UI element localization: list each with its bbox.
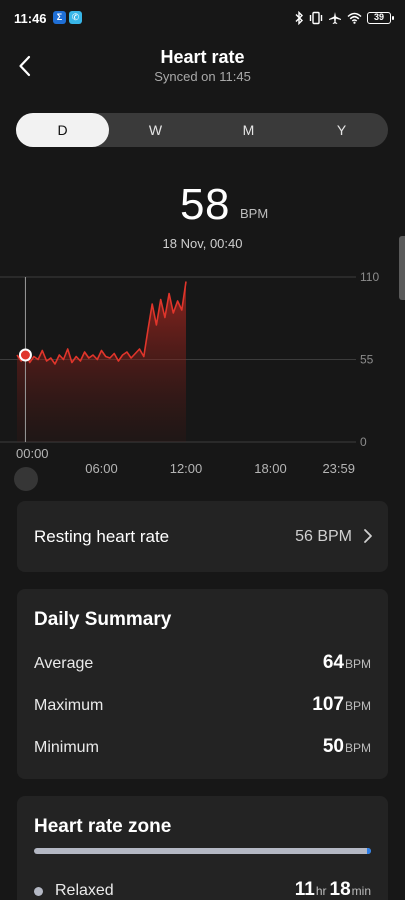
zone-label: Relaxed — [55, 882, 114, 899]
zone-bar-accent — [367, 848, 371, 854]
current-bpm-value: 58 — [180, 180, 230, 229]
summary-row-average: Average 64BPM — [34, 652, 371, 678]
stat-unit: BPM — [344, 699, 371, 713]
resting-heart-rate-label: Resting heart rate — [34, 527, 170, 546]
heart-rate-zone-card[interactable]: Heart rate zone Relaxed 11hr 18min — [17, 796, 388, 900]
tab-week[interactable]: W — [109, 113, 202, 147]
page-title: Heart rate — [160, 47, 245, 67]
zone-hours-unit: hr — [315, 884, 327, 898]
selected-point-marker — [18, 348, 32, 362]
stat-value: 50 — [322, 736, 344, 757]
y-tick-label: 110 — [360, 270, 379, 284]
stat-label: Average — [34, 655, 94, 672]
stat-unit: BPM — [344, 741, 371, 755]
period-selector: D W M Y — [16, 113, 388, 147]
chart-scrubber-handle[interactable] — [14, 467, 38, 491]
zone-duration: 11hr 18min — [295, 879, 371, 900]
status-time: 11:46 — [14, 11, 47, 26]
battery-icon: 39 — [367, 12, 394, 24]
sigma-app-icon: Σ — [53, 11, 66, 24]
vibrate-icon — [309, 11, 323, 25]
system-status-icons: 39 — [294, 9, 394, 27]
summary-row-maximum: Maximum 107BPM — [34, 694, 371, 720]
x-tick-label: 12:00 — [170, 461, 203, 476]
tab-month[interactable]: M — [202, 113, 295, 147]
x-tick-label: 18:00 — [254, 461, 287, 476]
zone-distribution-bar — [34, 848, 371, 854]
zone-hours: 11 — [294, 879, 315, 900]
heart-rate-zone-title: Heart rate zone — [34, 816, 172, 837]
phone-app-icon: ✆ — [69, 11, 82, 24]
daily-summary-title: Daily Summary — [34, 609, 172, 630]
resting-heart-rate-card[interactable]: Resting heart rate 56 BPM — [17, 501, 388, 572]
summary-row-minimum: Minimum 50BPM — [34, 736, 371, 762]
heart-rate-chart[interactable]: 110 55 0 00:00 06:00 12:00 18:00 23:59 — [0, 268, 405, 490]
zone-minutes-unit: min — [351, 884, 371, 898]
zone-item-relaxed: Relaxed 11hr 18min — [34, 879, 371, 900]
wifi-icon — [347, 12, 362, 24]
current-bpm-unit: BPM — [240, 206, 269, 221]
airplane-icon — [329, 12, 341, 24]
resting-heart-rate-value: 56 BPM — [295, 528, 352, 545]
side-edge-handle[interactable] — [399, 236, 405, 300]
heart-rate-area — [17, 281, 186, 442]
y-tick-label: 55 — [360, 353, 374, 367]
reading-datetime: 18 Nov, 00:40 — [162, 236, 243, 251]
tab-day[interactable]: D — [16, 113, 109, 147]
stat-label: Maximum — [34, 697, 104, 714]
zone-minutes: 18 — [329, 879, 351, 900]
x-tick-label: 06:00 — [85, 461, 118, 476]
chevron-right-icon — [364, 529, 372, 543]
stat-value: 107 — [312, 694, 344, 715]
status-bar: 11:46 Σ ✆ 39 — [0, 0, 405, 36]
y-tick-label: 0 — [360, 435, 367, 449]
stat-value: 64 — [322, 652, 344, 673]
stat-label: Minimum — [34, 739, 99, 756]
daily-summary-card: Daily Summary Average 64BPM Maximum 107B… — [17, 589, 388, 779]
x-tick-label: 23:59 — [322, 461, 355, 476]
stat-unit: BPM — [344, 657, 371, 671]
bluetooth-icon — [295, 11, 303, 25]
x-tick-label: 00:00 — [16, 446, 49, 461]
zone-color-dot — [34, 887, 43, 896]
sync-status: Synced on 11:45 — [154, 69, 251, 84]
tab-year[interactable]: Y — [295, 113, 388, 147]
